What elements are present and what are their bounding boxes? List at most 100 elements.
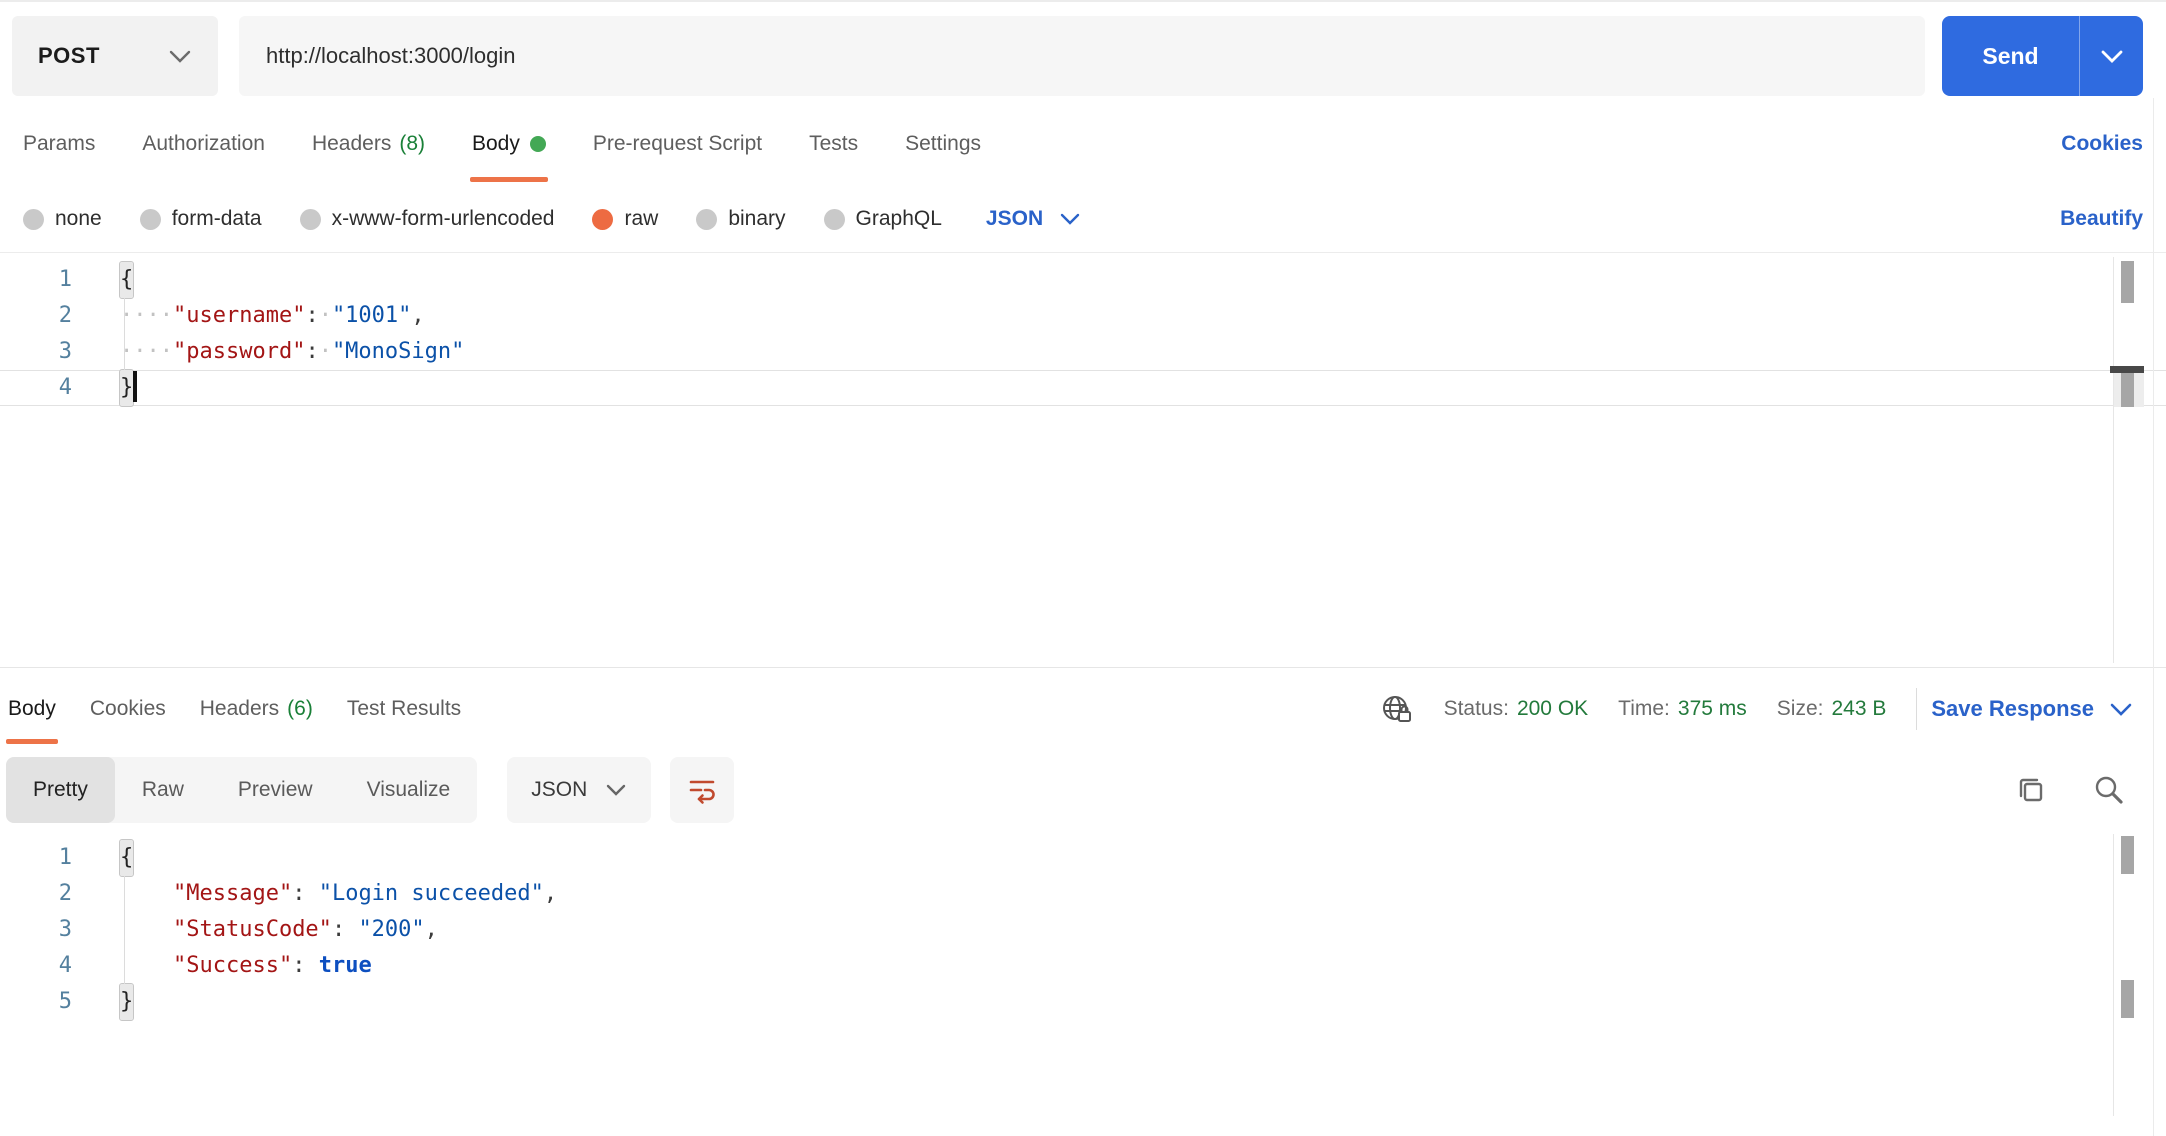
body-type-option-none[interactable]: none xyxy=(23,207,102,231)
active-tab-underline-icon xyxy=(6,739,58,744)
scrollbar-cursor-marker xyxy=(2110,366,2144,373)
token-key: "username" xyxy=(172,303,306,328)
response-tab-body[interactable]: Body xyxy=(6,668,58,750)
view-segment-preview[interactable]: Preview xyxy=(211,757,340,823)
stat-value: 375 ms xyxy=(1677,697,1747,720)
token-punct: , xyxy=(543,881,558,906)
radio-label: GraphQL xyxy=(855,207,942,230)
body-type-options: none form-data x-www-form-urlencoded raw bin… xyxy=(23,207,980,231)
tab-label: Params xyxy=(23,132,96,155)
indent-guide xyxy=(124,876,125,984)
tab-label: Cookies xyxy=(89,697,166,720)
chevron-down-icon xyxy=(2110,703,2132,716)
send-button[interactable]: Send xyxy=(1942,16,2143,96)
code-line: 3 ····"password":·"MonoSign" xyxy=(0,334,2166,370)
chevron-down-icon xyxy=(2101,50,2122,63)
token-punct xyxy=(120,953,173,978)
method-select[interactable]: POST xyxy=(12,16,218,96)
view-segment-visualize[interactable]: Visualize xyxy=(340,757,478,823)
code-line: 2 "Message": "Login succeeded", xyxy=(0,876,2166,912)
stat-value: 200 OK xyxy=(1516,697,1589,720)
radio-label: raw xyxy=(624,207,659,230)
tab-pre-request-script[interactable]: Pre-request Script xyxy=(593,96,762,192)
response-toolbar: Pretty Raw Preview Visualize JSON xyxy=(0,750,2166,830)
save-response-button[interactable]: Save Response xyxy=(1931,696,2133,722)
tab-count-badge: (8) xyxy=(399,132,425,155)
stat-value: 243 B xyxy=(1831,697,1887,720)
tab-label: Settings xyxy=(905,132,982,155)
wrap-text-button[interactable] xyxy=(670,757,735,823)
body-type-option-x-www-form-urlencoded[interactable]: x-www-form-urlencoded xyxy=(299,207,555,231)
request-language-select[interactable]: JSON xyxy=(986,207,1081,231)
code-line: 3 "StatusCode": "200", xyxy=(0,912,2166,948)
tab-authorization[interactable]: Authorization xyxy=(142,96,265,192)
request-language-label: JSON xyxy=(985,207,1044,230)
line-number: 3 xyxy=(58,917,72,942)
body-type-option-form-data[interactable]: form-data xyxy=(139,207,262,231)
line-number: 2 xyxy=(58,881,72,906)
code-line: 4 "Success": true xyxy=(0,948,2166,984)
code-content: "Message": "Login succeeded", xyxy=(72,876,557,912)
code-content: } xyxy=(72,983,135,1021)
scrollbar-thumb[interactable] xyxy=(2121,261,2134,303)
token-bracket: } xyxy=(118,983,135,1021)
token-punct xyxy=(120,917,173,942)
view-segment-pretty[interactable]: Pretty xyxy=(6,757,115,823)
code-content: "StatusCode": "200", xyxy=(72,912,438,948)
token-punct: : xyxy=(292,953,319,978)
tab-body[interactable]: Body xyxy=(470,96,548,192)
beautify-link[interactable]: Beautify xyxy=(2060,207,2143,231)
tab-label: Test Results xyxy=(346,697,462,720)
tab-params[interactable]: Params xyxy=(23,96,95,192)
radio-icon xyxy=(696,208,718,230)
token-key: "password" xyxy=(172,339,306,364)
scrollbar-thumb[interactable] xyxy=(2121,373,2134,407)
token-str: "200" xyxy=(358,917,425,942)
token-punct: , xyxy=(424,917,438,942)
response-section: Body Cookies Headers (6) Test Results Status… xyxy=(0,667,2166,1120)
body-type-option-binary[interactable]: binary xyxy=(696,207,786,231)
response-stat: Status: 200 OK xyxy=(1444,697,1589,721)
token-punct xyxy=(120,881,173,906)
radio-icon xyxy=(299,208,321,230)
token-ws: ···· xyxy=(120,303,173,328)
scrollbar-thumb[interactable] xyxy=(2121,836,2134,874)
code-content: ····"password":·"MonoSign" xyxy=(72,334,464,370)
response-view-switcher: Pretty Raw Preview Visualize xyxy=(6,757,478,823)
send-label[interactable]: Send xyxy=(1942,16,2079,96)
code-line: 5} xyxy=(0,983,2166,1021)
request-body-editor[interactable]: 1{2 ····"username":·"1001", 3 ····"password… xyxy=(0,252,2166,667)
body-type-option-GraphQL[interactable]: GraphQL xyxy=(823,207,942,231)
tab-label: Pre-request Script xyxy=(592,132,763,155)
method-label: POST xyxy=(38,43,100,68)
tab-settings[interactable]: Settings xyxy=(905,96,981,192)
token-bracket: } xyxy=(118,369,135,407)
scrollbar-thumb[interactable] xyxy=(2121,980,2134,1018)
line-number: 2 xyxy=(58,303,72,328)
radio-label: binary xyxy=(728,207,786,230)
tab-headers[interactable]: Headers (8) xyxy=(312,96,425,192)
code-line: 2 ····"username":·"1001", xyxy=(0,298,2166,334)
response-tab-cookies[interactable]: Cookies xyxy=(90,668,166,750)
cookies-link[interactable]: Cookies xyxy=(2061,132,2143,156)
radio-label: x-www-form-urlencoded xyxy=(331,207,555,230)
response-tab-headers[interactable]: Headers (6) xyxy=(200,668,313,750)
radio-icon xyxy=(592,208,614,230)
globe-lock-icon xyxy=(1382,696,1411,722)
line-number: 5 xyxy=(58,989,72,1014)
search-button[interactable] xyxy=(2092,773,2126,807)
view-segment-raw[interactable]: Raw xyxy=(115,757,211,823)
url-input[interactable]: http://localhost:3000/login xyxy=(239,16,1925,96)
response-tab-test-results[interactable]: Test Results xyxy=(347,668,461,750)
indent-guide xyxy=(124,298,125,370)
tab-tests[interactable]: Tests xyxy=(809,96,858,192)
tab-label: Body xyxy=(8,697,56,720)
body-type-option-raw[interactable]: raw xyxy=(592,207,658,231)
copy-button[interactable] xyxy=(2014,773,2048,807)
search-icon xyxy=(2095,776,2123,804)
response-body-editor[interactable]: 1{2 "Message": "Login succeeded", 3 "Stat… xyxy=(0,830,2166,1120)
stat-label: Size: xyxy=(1776,697,1824,720)
response-toolbar-icons xyxy=(1970,773,2126,807)
response-language-select[interactable]: JSON xyxy=(507,757,652,823)
send-options-button[interactable] xyxy=(2079,16,2143,96)
